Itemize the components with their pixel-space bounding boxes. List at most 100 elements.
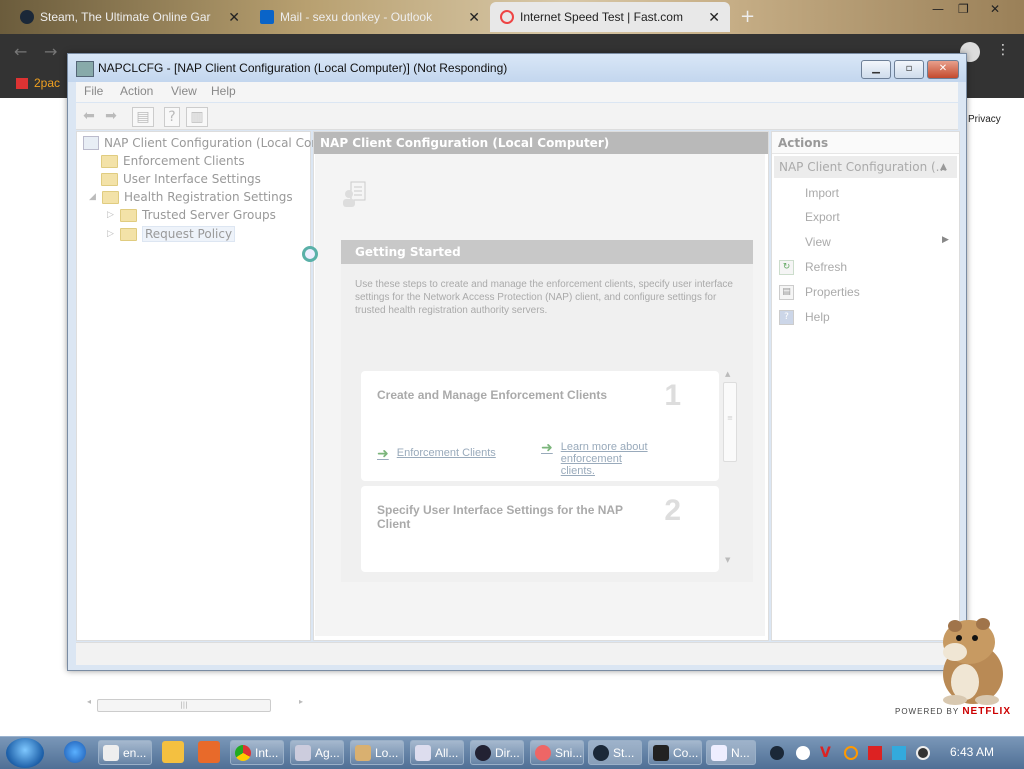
action-import[interactable]: Import [805,186,839,200]
taskbar-button-en[interactable]: en... [98,740,152,765]
properties-icon: ▤ [779,285,794,300]
taskbar-button-ag[interactable]: Ag... [290,740,344,765]
menu-file[interactable]: File [84,84,103,98]
tree-item-request-policy[interactable]: ▷ Request Policy [107,226,236,242]
steam-icon [593,744,609,761]
collapsed-triangle-icon[interactable]: ▷ [107,210,115,220]
close-icon[interactable]: ✕ [990,2,1000,16]
netflix-logo: NETFLIX [962,706,1011,717]
scroll-down-icon[interactable]: ▼ [725,556,730,564]
taskbar-button-st[interactable]: St... [588,740,642,765]
menu-view[interactable]: View [171,84,197,98]
tree-item-label: Health Registration Settings [124,190,293,204]
steam-tray-icon[interactable] [770,746,784,760]
maximize-button[interactable]: ▫ [894,60,924,79]
menu-dots-icon[interactable]: ⋮ [996,42,1010,58]
bookmark-2pac[interactable]: 2pac [16,76,60,90]
close-icon[interactable]: ✕ [468,9,480,26]
nap-client-icon [343,181,366,207]
taskbar-button-all[interactable]: All... [410,740,464,765]
console-icon [76,61,94,77]
scroll-right-icon[interactable]: ▸ [299,697,303,706]
fast-icon [500,10,514,24]
taskbar-button-sni[interactable]: Sni... [530,740,584,765]
collapsed-triangle-icon[interactable]: ▷ [107,229,115,239]
action-export[interactable]: Export [805,210,840,224]
tree-item-trusted-server-groups[interactable]: ▷ Trusted Server Groups [107,208,276,222]
folder-icon [102,190,119,204]
action-help[interactable]: Help [805,310,830,324]
scroll-thumb[interactable]: ||| [97,699,271,712]
taskbar-button-dir[interactable]: Dir... [470,740,524,765]
taskbar-clock[interactable]: 6:43 AM [950,745,994,759]
scroll-thumb[interactable]: ≡ [723,382,737,462]
app-icon [475,744,491,761]
internet-explorer-icon[interactable] [64,741,86,763]
media-player-icon[interactable] [162,741,184,763]
console-tree: NAP Client Configuration (Local Comp Enf… [76,131,331,712]
maximize-icon[interactable]: ❐ [958,2,969,16]
actions-section-label: NAP Client Configuration (... [779,160,948,174]
new-tab-button[interactable]: + [740,6,755,27]
step-title: Specify User Interface Settings for the … [377,503,623,531]
browser-tab-fast[interactable]: Internet Speed Test | Fast.com ✕ [490,2,730,32]
back-icon[interactable]: ⬅ [80,107,98,125]
antivirus-tray-icon[interactable]: V [820,746,834,760]
action-view[interactable]: View [805,235,831,249]
expanded-triangle-icon[interactable]: ◢ [89,192,97,202]
minimize-icon[interactable]: — [932,2,944,16]
step-title: Create and Manage Enforcement Clients [377,388,608,402]
flag-icon[interactable] [868,746,882,760]
taskbar-button-lo[interactable]: Lo... [350,740,404,765]
close-icon[interactable]: ✕ [228,9,240,26]
bookmark-label: 2pac [34,76,61,90]
search-tray-icon[interactable] [844,746,858,760]
volume-icon[interactable] [916,746,930,760]
monitor-icon[interactable] [892,746,906,760]
results-pane-header: NAP Client Configuration (Local Computer… [314,132,768,154]
scroll-left-icon[interactable]: ◂ [87,697,91,706]
collapse-icon[interactable]: ▲ [940,156,947,178]
action-properties[interactable]: Properties [805,285,860,299]
help-icon: ? [779,310,794,325]
steps-vertical-scrollbar[interactable]: ▲ ≡ ▼ [723,370,737,564]
taskbar-button-n[interactable]: N... [706,740,756,765]
taskbar-label: Dir... [495,745,520,760]
menu-help[interactable]: Help [211,84,236,98]
getting-started-header: Getting Started [341,240,753,264]
tree-item-health-registration-settings[interactable]: ◢ Health Registration Settings [89,190,293,204]
app-icon [415,744,431,761]
tree-root[interactable]: NAP Client Configuration (Local Comp [83,136,331,150]
taskbar-button-co[interactable]: Co... [648,740,702,765]
help-icon[interactable]: ? [164,107,180,127]
taskbar-label: Int... [255,745,279,760]
menu-action[interactable]: Action [120,84,153,98]
learn-more-link[interactable]: ➜ Learn more about enforcement clients. [541,440,651,477]
minimize-button[interactable]: ▁ [861,60,891,79]
privacy-link[interactable]: Privacy [968,114,1001,125]
show-hide-action-pane-icon[interactable]: ▥ [186,107,208,127]
forward-arrow-icon[interactable]: → [44,42,57,61]
actions-section-header[interactable]: NAP Client Configuration (... ▲ [774,156,957,178]
app-icon [295,744,311,761]
app-tray-icon[interactable] [796,746,810,760]
forward-icon[interactable]: ➡ [102,107,120,125]
enforcement-clients-link[interactable]: ➜ Enforcement Clients [377,446,496,460]
back-arrow-icon[interactable]: ← [14,42,27,61]
close-icon[interactable]: ✕ [708,9,720,26]
app-icon[interactable] [198,741,220,763]
tree-item-user-interface-settings[interactable]: User Interface Settings [101,172,261,186]
browser-tab-outlook[interactable]: Mail - sexu donkey - Outlook ✕ [250,2,490,32]
tree-item-enforcement-clients[interactable]: Enforcement Clients [101,154,245,168]
browser-tab-steam[interactable]: Steam, The Ultimate Online Gar ✕ [10,2,250,32]
show-hide-tree-icon[interactable]: ▤ [132,107,154,127]
taskbar-label: Co... [673,745,699,760]
start-button[interactable] [6,738,44,768]
close-button[interactable]: ✕ [927,60,959,79]
action-refresh[interactable]: Refresh [805,260,847,274]
taskbar-label: All... [435,745,459,760]
taskbar-button-int[interactable]: Int... [230,740,284,765]
tree-horizontal-scrollbar[interactable]: ◂ ||| ▸ [87,697,309,713]
busy-cursor-icon [302,246,318,262]
scroll-up-icon[interactable]: ▲ [725,370,730,378]
